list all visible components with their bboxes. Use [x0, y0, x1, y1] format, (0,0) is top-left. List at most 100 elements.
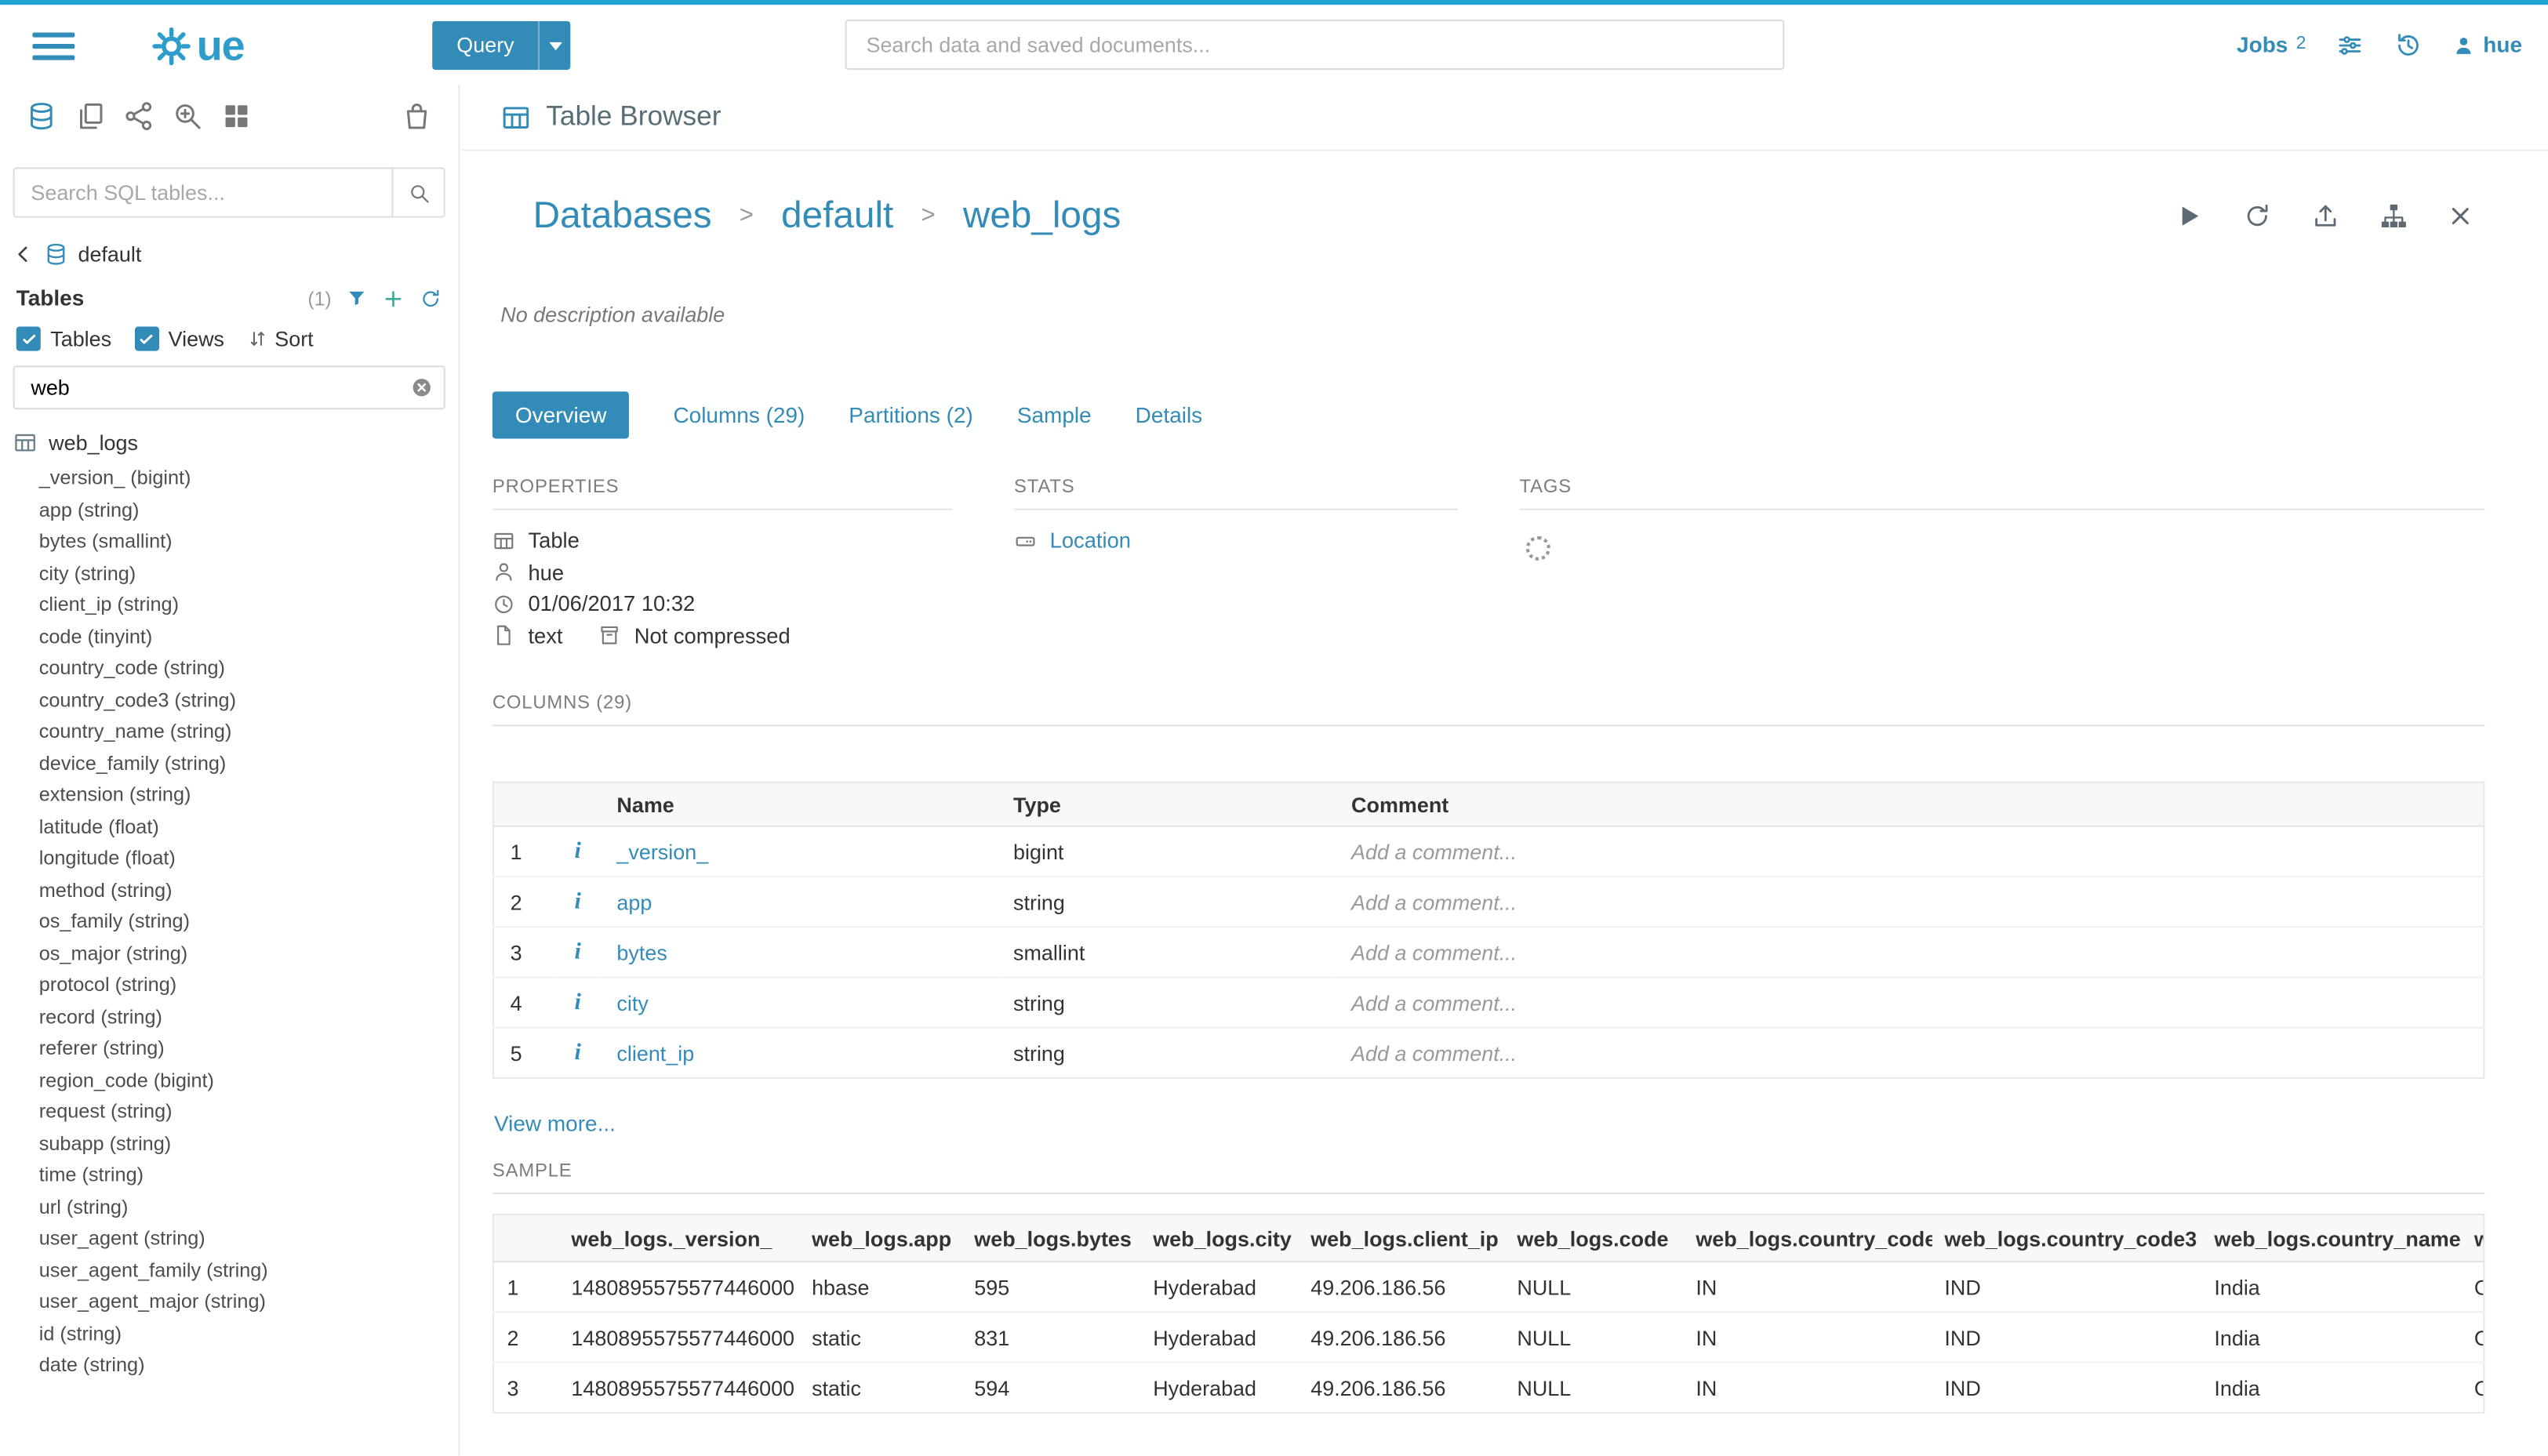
info-icon[interactable]: i: [574, 939, 580, 964]
query-dropdown-toggle[interactable]: [539, 21, 571, 70]
jobs-count: 2: [2296, 34, 2306, 54]
menu-icon[interactable]: [32, 32, 75, 60]
breadcrumb-item[interactable]: web_logs: [963, 194, 1121, 238]
sidebar-column-item[interactable]: code (tinyint): [39, 622, 459, 653]
views-checkbox-label[interactable]: Views: [169, 327, 224, 351]
plus-icon[interactable]: [382, 287, 405, 310]
sql-tables-search-button[interactable]: [393, 167, 445, 217]
sidebar-column-item[interactable]: _version_ (bigint): [39, 463, 459, 495]
close-icon[interactable]: [2448, 202, 2473, 228]
tab-details[interactable]: Details: [1136, 391, 1203, 438]
sitemap-icon[interactable]: [2379, 201, 2408, 230]
sidebar-column-item[interactable]: country_name (string): [39, 717, 459, 748]
sort-label: Sort: [274, 327, 313, 351]
sidebar-column-item[interactable]: bytes (smallint): [39, 526, 459, 557]
sort-toggle[interactable]: Sort: [247, 327, 314, 351]
sidebar-column-item[interactable]: referer (string): [39, 1033, 459, 1065]
column-name-link[interactable]: bytes: [616, 940, 667, 964]
sidebar-column-item[interactable]: method (string): [39, 875, 459, 906]
tab-overview[interactable]: Overview: [493, 391, 630, 438]
sidebar-column-item[interactable]: date (string): [39, 1350, 459, 1382]
sidebar-column-item[interactable]: time (string): [39, 1160, 459, 1192]
column-name-link[interactable]: _version_: [616, 839, 708, 863]
tab-columns-29[interactable]: Columns (29): [673, 391, 805, 438]
info-icon[interactable]: i: [574, 1039, 580, 1065]
column-name-link[interactable]: app: [616, 890, 652, 914]
row-index: 3: [493, 927, 555, 977]
chevron-left-icon[interactable]: [13, 244, 35, 265]
sidebar-table-name[interactable]: web_logs: [49, 430, 138, 455]
sidebar-column-item[interactable]: client_ip (string): [39, 590, 459, 621]
query-button-label[interactable]: Query: [432, 21, 539, 70]
sidebar-column-item[interactable]: subapp (string): [39, 1128, 459, 1160]
sidebar-column-item[interactable]: protocol (string): [39, 970, 459, 1001]
sidebar-column-item[interactable]: os_family (string): [39, 906, 459, 938]
sidebar-column-item[interactable]: extension (string): [39, 780, 459, 812]
jobs-link[interactable]: Jobs 2: [2237, 32, 2306, 56]
sample-th: web_logs._version_: [558, 1215, 799, 1262]
column-name-link[interactable]: client_ip: [616, 1040, 694, 1065]
sidebar-column-item[interactable]: country_code3 (string): [39, 684, 459, 716]
filter-funnel-icon[interactable]: [346, 288, 367, 309]
documents-icon[interactable]: [75, 100, 105, 131]
databases-icon[interactable]: [26, 100, 56, 131]
history-icon[interactable]: [2394, 30, 2423, 59]
table-actions: [2175, 201, 2473, 230]
global-search-input[interactable]: [845, 20, 1785, 70]
sample-cell: O: [2461, 1262, 2484, 1312]
hue-logo[interactable]: ue: [150, 21, 245, 71]
sidebar-column-item[interactable]: record (string): [39, 1002, 459, 1033]
breadcrumb-item[interactable]: default: [781, 194, 893, 238]
sidebar-column-item[interactable]: url (string): [39, 1192, 459, 1223]
sidebar-column-item[interactable]: city (string): [39, 558, 459, 590]
cluster-icon[interactable]: [123, 100, 154, 131]
upload-icon[interactable]: [2311, 201, 2340, 230]
user-menu[interactable]: hue: [2452, 32, 2522, 56]
query-button[interactable]: Query: [432, 21, 571, 70]
sidebar-column-item[interactable]: device_family (string): [39, 748, 459, 779]
tables-checkbox-label[interactable]: Tables: [50, 327, 111, 351]
database-name[interactable]: default: [78, 242, 141, 267]
column-comment[interactable]: Add a comment...: [1351, 890, 1517, 914]
column-comment[interactable]: Add a comment...: [1351, 839, 1517, 863]
location-link[interactable]: Location: [1050, 528, 1131, 553]
refresh-icon[interactable]: [420, 287, 442, 310]
info-icon[interactable]: i: [574, 837, 580, 863]
column-comment[interactable]: Add a comment...: [1351, 990, 1517, 1015]
tab-partitions-2[interactable]: Partitions (2): [849, 391, 973, 438]
sidebar-column-item[interactable]: os_major (string): [39, 939, 459, 970]
sidebar-column-item[interactable]: app (string): [39, 495, 459, 526]
refresh-icon[interactable]: [2243, 201, 2272, 230]
sidebar-column-item[interactable]: request (string): [39, 1097, 459, 1128]
sidebar-table-web-logs[interactable]: web_logs: [13, 430, 442, 455]
breadcrumb-item[interactable]: Databases: [533, 194, 712, 238]
table-filter-input[interactable]: [13, 365, 445, 409]
sliders-icon[interactable]: [2335, 30, 2364, 59]
sidebar-column-item[interactable]: latitude (float): [39, 812, 459, 843]
sidebar-column-item[interactable]: user_agent (string): [39, 1223, 459, 1254]
tables-checkbox[interactable]: [16, 327, 41, 351]
sidebar-column-item[interactable]: id (string): [39, 1319, 459, 1350]
column-comment[interactable]: Add a comment...: [1351, 1040, 1517, 1065]
clear-icon[interactable]: [409, 376, 434, 400]
column-comment[interactable]: Add a comment...: [1351, 940, 1517, 964]
sample-cell: IN: [1683, 1363, 1932, 1413]
zoom-plus-icon[interactable]: [173, 100, 203, 131]
views-checkbox[interactable]: [134, 327, 158, 351]
tab-sample[interactable]: Sample: [1017, 391, 1092, 438]
play-icon[interactable]: [2175, 201, 2204, 230]
database-back-row[interactable]: default: [0, 218, 458, 267]
sidebar-column-item[interactable]: user_agent_family (string): [39, 1255, 459, 1287]
info-icon[interactable]: i: [574, 888, 580, 913]
sidebar-column-item[interactable]: region_code (bigint): [39, 1065, 459, 1096]
info-icon[interactable]: i: [574, 989, 580, 1015]
apps-grid-icon[interactable]: [221, 100, 252, 131]
sample-cell: 595: [961, 1262, 1140, 1312]
sql-tables-search-input[interactable]: [13, 167, 394, 217]
sidebar-column-item[interactable]: country_code (string): [39, 653, 459, 684]
sidebar-column-item[interactable]: longitude (float): [39, 843, 459, 874]
sidebar-column-item[interactable]: user_agent_major (string): [39, 1287, 459, 1318]
bag-icon[interactable]: [402, 100, 432, 131]
view-more-link[interactable]: View more...: [494, 1111, 616, 1135]
column-name-link[interactable]: city: [616, 990, 648, 1015]
